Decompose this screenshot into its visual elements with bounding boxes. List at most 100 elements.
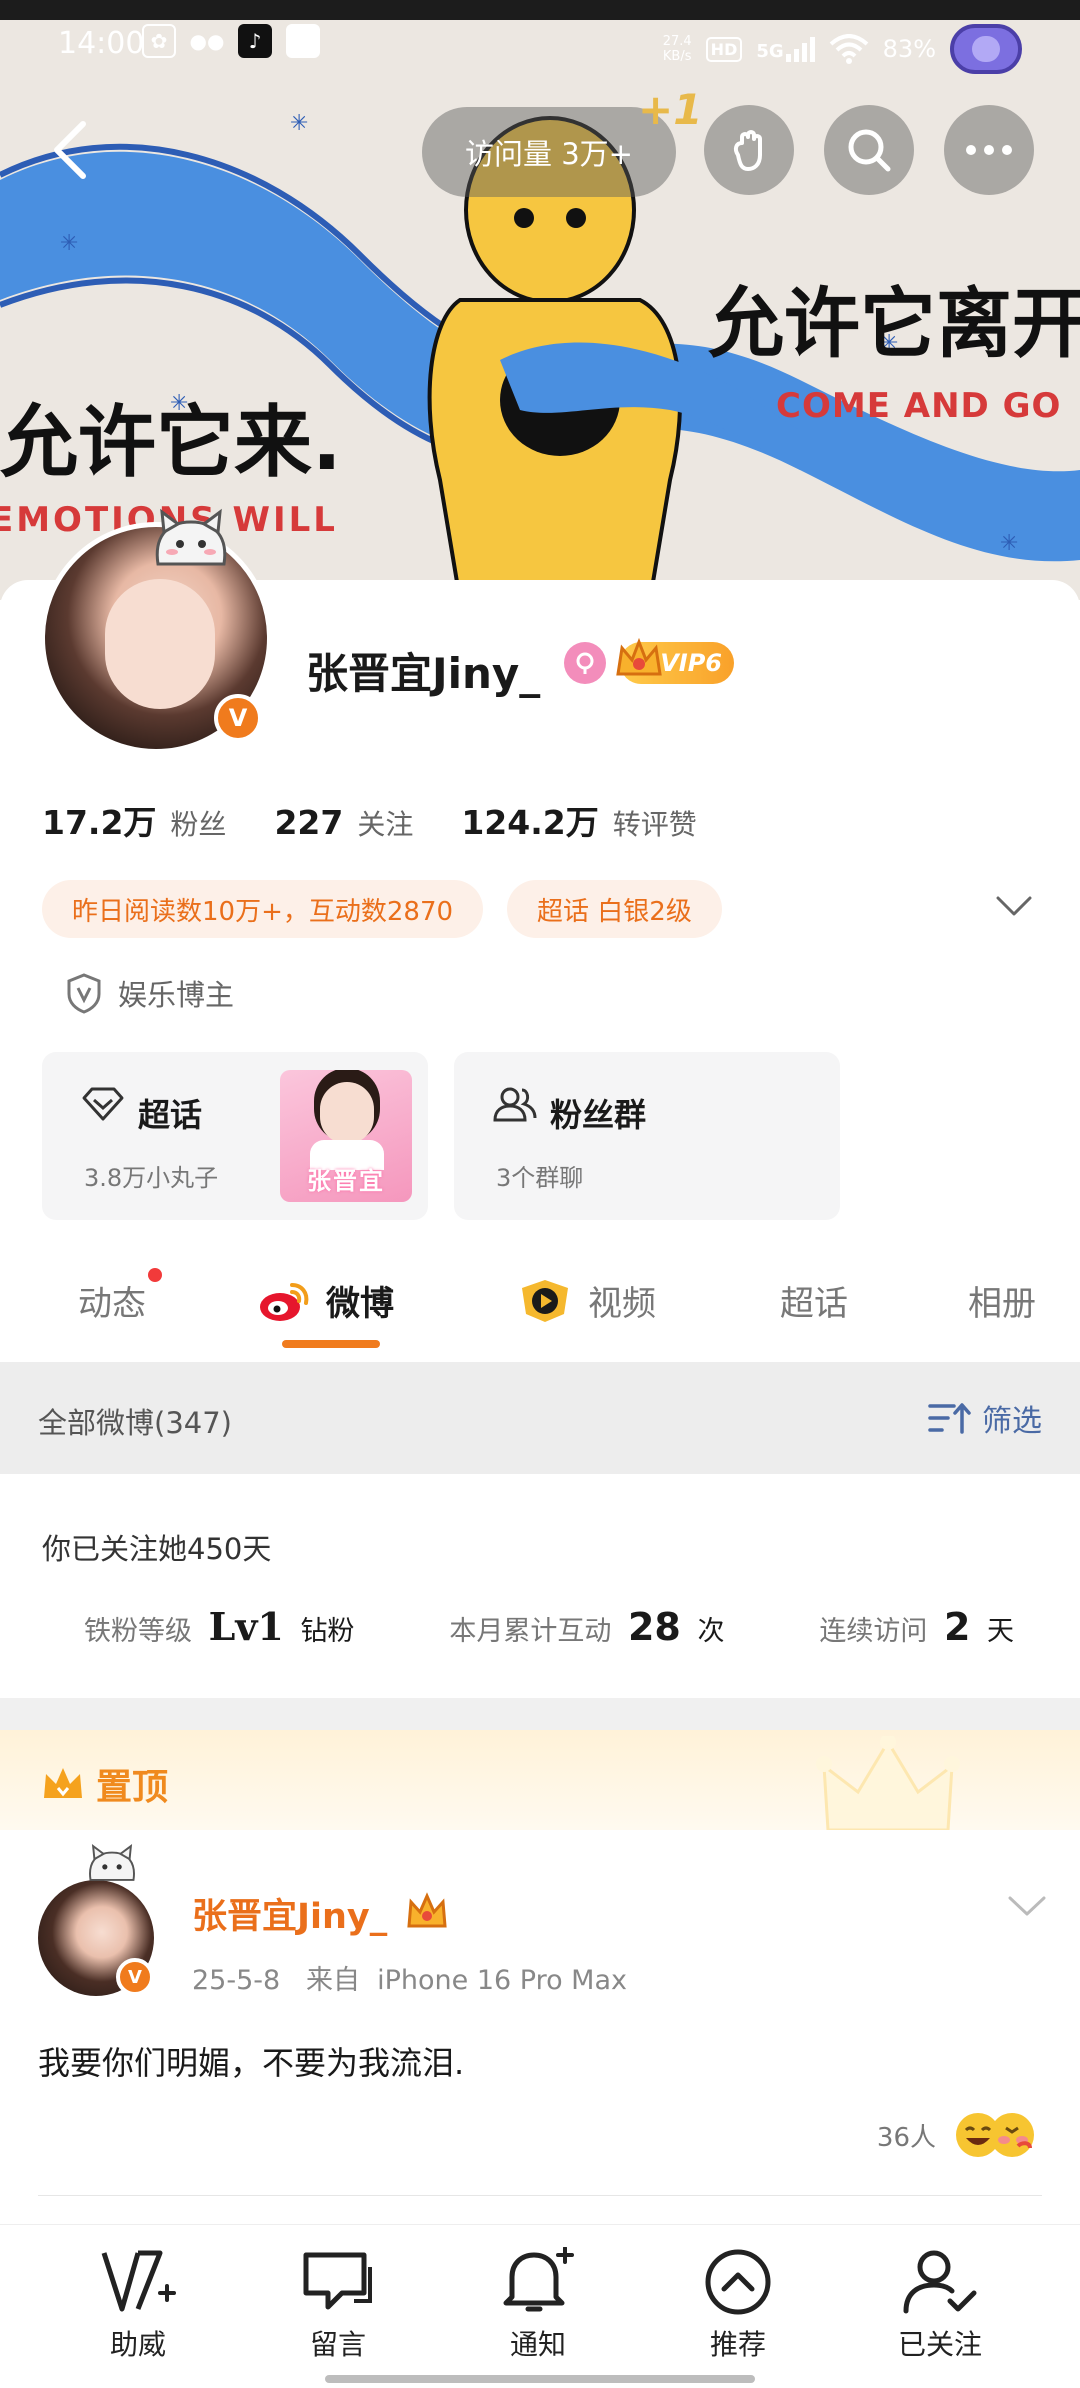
tab-feed[interactable]: 动态 <box>78 1268 162 1325</box>
recommend-label: 推荐 <box>709 2328 766 2361</box>
banner-text-right-en: COME AND GO <box>776 386 1062 426</box>
greet-button[interactable] <box>704 105 794 195</box>
tab-video[interactable]: 视频 <box>516 1276 656 1325</box>
hd-icon: HD <box>705 36 743 62</box>
unread-dot <box>148 1268 162 1282</box>
all-weibo-count[interactable]: 全部微博(347) <box>38 1400 232 1442</box>
pinned-label-wrap: 置顶 <box>40 1758 168 1810</box>
recommend-button[interactable]: 推荐 <box>668 2247 808 2363</box>
reading-stats-tag[interactable]: 昨日阅读数10万+，互动数2870 <box>42 880 484 938</box>
stat-engagement[interactable]: 124.2万 转评赞 <box>461 796 696 844</box>
fan-group-card-title: 粉丝群 <box>550 1096 647 1134</box>
supertopic-card[interactable]: 超话 3.8万小丸子 张晋宜 <box>42 1052 428 1220</box>
notify-button[interactable]: 通知 <box>468 2247 608 2363</box>
notification-icons: ✿ ●● ♪ <box>142 24 320 58</box>
message-button[interactable]: 留言 <box>268 2247 408 2363</box>
bottom-action-bar: 助威 留言 通知 推荐 已关注 <box>0 2224 1080 2388</box>
filter-label: 筛选 <box>982 1404 1042 1439</box>
vip-badge[interactable]: VIP6 <box>616 637 734 684</box>
more-dots-icon <box>966 145 1012 155</box>
supertopic-level-tag[interactable]: 超话 白银2级 <box>507 880 722 938</box>
fan-group-card[interactable]: 粉丝群 3个群聊 <box>454 1052 840 1220</box>
post-author-name-text: 张晋宜Jiny_ <box>192 1897 388 1937</box>
recommend-icon <box>705 2249 771 2315</box>
filter-icon <box>928 1403 971 1434</box>
tab-feed-label: 动态 <box>78 1284 146 1324</box>
wifi-icon <box>829 34 868 64</box>
network-speed-value: 27.4 <box>662 34 692 49</box>
status-indicators: 27.4 KB/s HD 5G 83% <box>663 24 1022 74</box>
battery-level: 83% <box>882 35 936 63</box>
followed-button[interactable]: 已关注 <box>870 2247 1010 2363</box>
search-button[interactable] <box>824 105 914 195</box>
category-label: 娱乐博主 <box>118 978 235 1012</box>
status-bar-edge <box>0 0 1080 20</box>
supertopic-thumbnail-text: 张晋宜 <box>307 1167 385 1195</box>
pinned-crown-icon <box>44 1768 82 1798</box>
stat-following[interactable]: 227 关注 <box>274 803 413 843</box>
stat-following-value: 227 <box>274 803 344 842</box>
tab-weibo[interactable]: 微博 <box>258 1276 394 1325</box>
pinned-post[interactable]: V 张晋宜Jiny_ 25-5-8 来自 iPhone 16 Pro Max 我… <box>0 1830 1080 2196</box>
fan-group-card-subtitle: 3个群聊 <box>496 1164 584 1192</box>
battery-icon <box>950 24 1022 74</box>
tab-album-label: 相册 <box>968 1284 1036 1324</box>
bell-plus-icon <box>503 2247 574 2312</box>
supertopic-thumbnail: 张晋宜 <box>280 1070 412 1202</box>
avatar-cat-decoration-icon <box>155 508 227 566</box>
banner-text-left: 允许它来. <box>0 398 342 488</box>
tab-album[interactable]: 相册 <box>968 1276 1036 1325</box>
profile-top-nav: 访问量 3万+ +1 <box>0 85 1080 197</box>
stat-followers-value: 17.2万 <box>42 803 157 842</box>
post-divider <box>38 2195 1042 2196</box>
verified-badge-icon: V <box>214 694 262 742</box>
status-bar: 14:00 ✿ ●● ♪ 27.4 KB/s HD 5G 83% <box>0 0 1080 86</box>
wave-hand-icon <box>733 130 762 171</box>
profile-category[interactable]: 娱乐博主 <box>66 972 234 1014</box>
weibo-list-header: 全部微博(347) 筛选 <box>0 1362 1080 1474</box>
gallery-notification-icon: ✿ <box>142 24 176 58</box>
pinned-label: 置顶 <box>96 1767 169 1808</box>
monthly-interaction-stat[interactable]: 本月累计互动 28 次 <box>449 1605 724 1649</box>
svg-text:✳: ✳ <box>60 231 78 256</box>
fan-level-stat[interactable]: 铁粉等级 Lv1 钻粉 <box>84 1604 354 1649</box>
post-vip-crown-icon <box>407 1892 448 1928</box>
profile-tabs: 动态 微博 视频 超话 相册 <box>0 1226 1080 1362</box>
supertopic-card-title: 超话 <box>138 1096 203 1134</box>
blank-notification-icon <box>286 24 320 58</box>
user-check-icon <box>903 2250 977 2314</box>
expand-chevron-icon[interactable] <box>994 894 1034 920</box>
vip-label: VIP6 <box>660 649 722 677</box>
back-button[interactable] <box>34 115 104 185</box>
post-author-name[interactable]: 张晋宜Jiny_ <box>192 1888 449 1939</box>
fan-level-label: 铁粉等级 <box>84 1616 192 1647</box>
post-meta: 25-5-8 来自 iPhone 16 Pro Max <box>192 1965 628 1996</box>
filter-button[interactable]: 筛选 <box>928 1396 1042 1440</box>
svg-text:✳: ✳ <box>1000 531 1018 556</box>
post-content: 我要你们明媚，不要为我流泪. <box>38 2044 465 2082</box>
follow-duration: 你已关注她450天 <box>42 1532 272 1566</box>
tab-video-label: 视频 <box>588 1284 656 1324</box>
back-arrow-icon <box>54 121 86 179</box>
more-button[interactable] <box>944 105 1034 195</box>
stat-following-label: 关注 <box>357 808 414 841</box>
message-label: 留言 <box>309 2328 366 2361</box>
consecutive-visit-label: 连续访问 <box>819 1616 928 1647</box>
notify-label: 通知 <box>509 2328 566 2361</box>
consecutive-visit-stat[interactable]: 连续访问 2 天 <box>819 1605 1014 1649</box>
stat-followers[interactable]: 17.2万 粉丝 <box>42 796 226 844</box>
home-indicator[interactable] <box>325 2375 755 2383</box>
tab-supertopic[interactable]: 超话 <box>780 1276 848 1325</box>
signal-icon: 5G <box>756 36 815 62</box>
vip-crown-icon <box>616 637 662 676</box>
post-menu-chevron-icon[interactable] <box>1006 1894 1048 1920</box>
tab-supertopic-label: 超话 <box>780 1284 848 1324</box>
badge-search-icon[interactable] <box>564 642 606 684</box>
cheer-button[interactable]: 助威 <box>68 2247 208 2363</box>
consecutive-visit-unit: 天 <box>987 1616 1014 1647</box>
pinned-header: 置顶 <box>0 1730 1080 1830</box>
post-reactions[interactable]: 36人 <box>877 2110 1040 2160</box>
fan-stats: 铁粉等级 Lv1 钻粉 本月累计互动 28 次 连续访问 2 天 <box>84 1604 1014 1649</box>
profile-feature-cards: 超话 3.8万小丸子 张晋宜 粉丝群 3个群聊 <box>42 1052 840 1220</box>
visits-label: 访问量 3万+ <box>465 137 633 171</box>
